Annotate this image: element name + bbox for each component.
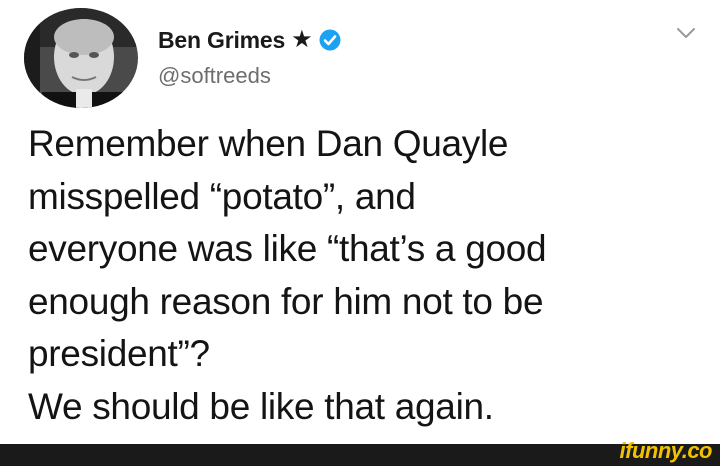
avatar-photo	[24, 8, 138, 108]
star-icon: ★	[291, 26, 313, 53]
display-name[interactable]: Ben Grimes	[158, 27, 285, 54]
tweet-card: Ben Grimes ★ @softreeds Remember when Da…	[0, 0, 720, 444]
ifunny-watermark: ifunny.co	[619, 438, 713, 463]
author-name-row[interactable]: Ben Grimes ★	[158, 24, 341, 56]
tweet-paragraph: We should be like that again.	[28, 385, 494, 427]
watermark-bar	[0, 444, 720, 466]
verified-badge-icon	[319, 29, 341, 51]
tweet-text: Remember when Dan Quayle misspelled “pot…	[28, 118, 708, 433]
avatar[interactable]	[22, 7, 140, 109]
tweet-paragraph: Remember when Dan Quayle misspelled “pot…	[28, 123, 547, 374]
chevron-down-icon[interactable]	[675, 25, 697, 41]
user-handle[interactable]: @softreeds	[158, 63, 271, 89]
